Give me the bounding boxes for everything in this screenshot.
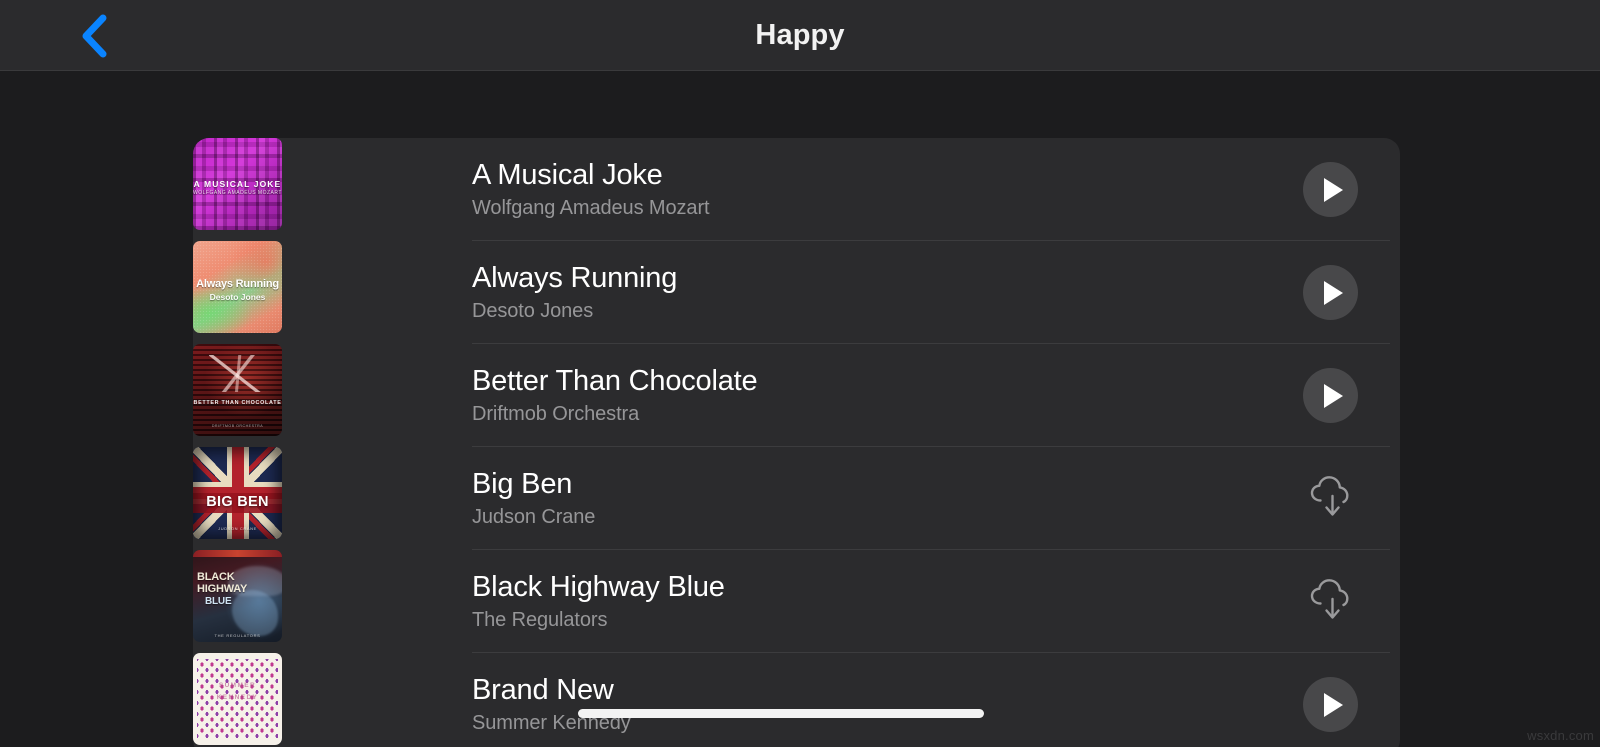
album-art: BLACK HIGHWAY BLUE THE REGULATORS	[193, 550, 282, 642]
download-button[interactable]	[1303, 471, 1358, 526]
play-button[interactable]	[1302, 677, 1358, 732]
album-art-subtitle: Desoto Jones	[209, 292, 266, 302]
row-action	[1270, 368, 1390, 423]
album-art: BETTER THAN CHOCOLATE DRIFTMOB ORCHESTRA	[193, 344, 282, 436]
scrollbar-thumb[interactable]	[578, 709, 984, 718]
song-title: A Musical Joke	[472, 159, 663, 191]
song-title: Black Highway Blue	[472, 571, 725, 603]
album-art-subtitle: WOLFGANG AMADEUS MOZART	[193, 190, 282, 196]
play-icon	[1323, 280, 1343, 305]
album-art-subtitle: JUDSON CRANE	[218, 526, 257, 531]
row-action	[1270, 162, 1390, 217]
song-meta: A Musical Joke Wolfgang Amadeus Mozart	[472, 158, 1270, 221]
play-icon	[1323, 383, 1343, 408]
list-item[interactable]: BIG BEN JUDSON CRANE Big Ben Judson Cran…	[193, 447, 1400, 550]
album-art-subtitle: DRIFTMOB ORCHESTRA	[211, 424, 264, 428]
cloud-download-icon	[1307, 577, 1353, 626]
album-art: SUMMER KENNEDY	[193, 653, 282, 745]
row-action	[1270, 677, 1390, 732]
album-art-title: BLACK	[197, 571, 235, 583]
album-art: BIG BEN JUDSON CRANE	[193, 447, 282, 539]
album-art-title-2: HIGHWAY	[197, 583, 248, 595]
album-art-title: Always Running	[196, 278, 279, 290]
song-title: Always Running	[472, 262, 678, 294]
album-art-subtitle: KENNEDY	[216, 694, 259, 701]
song-title: Better Than Chocolate	[472, 365, 758, 397]
page-title: Happy	[755, 19, 845, 51]
list-item[interactable]: BLACK HIGHWAY BLUE THE REGULATORS Black …	[193, 550, 1400, 653]
song-list: A MUSICAL JOKE WOLFGANG AMADEUS MOZART A…	[193, 138, 1400, 747]
list-item[interactable]: BETTER THAN CHOCOLATE DRIFTMOB ORCHESTRA…	[193, 344, 1400, 447]
play-button[interactable]	[1302, 162, 1358, 217]
song-artist: The Regulators	[472, 609, 608, 631]
album-art-title: BETTER THAN CHOCOLATE	[193, 400, 282, 406]
song-meta: Always Running Desoto Jones	[472, 261, 1270, 324]
album-art: A MUSICAL JOKE WOLFGANG AMADEUS MOZART	[193, 138, 282, 230]
play-icon	[1323, 177, 1343, 202]
album-art-title: A MUSICAL JOKE	[193, 179, 282, 189]
album-art-title-3: BLUE	[205, 596, 232, 607]
list-item[interactable]: A MUSICAL JOKE WOLFGANG AMADEUS MOZART A…	[193, 138, 1400, 241]
song-meta: Black Highway Blue The Regulators	[472, 570, 1270, 633]
play-button[interactable]	[1302, 265, 1358, 320]
album-art: Always Running Desoto Jones	[193, 241, 282, 333]
cloud-download-icon	[1307, 474, 1353, 523]
song-artist: Wolfgang Amadeus Mozart	[472, 197, 710, 219]
watermark: wsxdn.com	[1527, 728, 1594, 743]
song-title: Brand New	[472, 674, 614, 706]
download-button[interactable]	[1303, 574, 1358, 629]
song-meta: Brand New Summer Kennedy	[472, 673, 1270, 736]
nav-bar: Happy	[0, 0, 1600, 71]
song-meta: Better Than Chocolate Driftmob Orchestra	[472, 364, 1270, 427]
album-art-subtitle: THE REGULATORS	[214, 632, 261, 638]
row-action	[1270, 265, 1390, 320]
album-art-hand-shape	[232, 590, 278, 636]
song-title: Big Ben	[472, 468, 573, 500]
album-art-title: BIG BEN	[206, 494, 269, 510]
album-art-topbar	[193, 550, 282, 557]
play-button[interactable]	[1302, 368, 1358, 423]
album-art-title: SUMMER	[218, 682, 257, 689]
song-artist: Desoto Jones	[472, 300, 594, 322]
song-meta: Big Ben Judson Crane	[472, 467, 1270, 530]
song-list-scroll-area[interactable]: A MUSICAL JOKE WOLFGANG AMADEUS MOZART A…	[0, 71, 1600, 747]
list-item[interactable]: Always Running Desoto Jones Always Runni…	[193, 241, 1400, 344]
row-action	[1270, 574, 1390, 629]
horizontal-scrollbar[interactable]	[0, 706, 1600, 720]
list-item[interactable]: SUMMER KENNEDY Brand New Summer Kennedy	[193, 653, 1400, 747]
song-artist: Judson Crane	[472, 506, 596, 528]
song-artist: Driftmob Orchestra	[472, 403, 640, 425]
row-action	[1270, 471, 1390, 526]
